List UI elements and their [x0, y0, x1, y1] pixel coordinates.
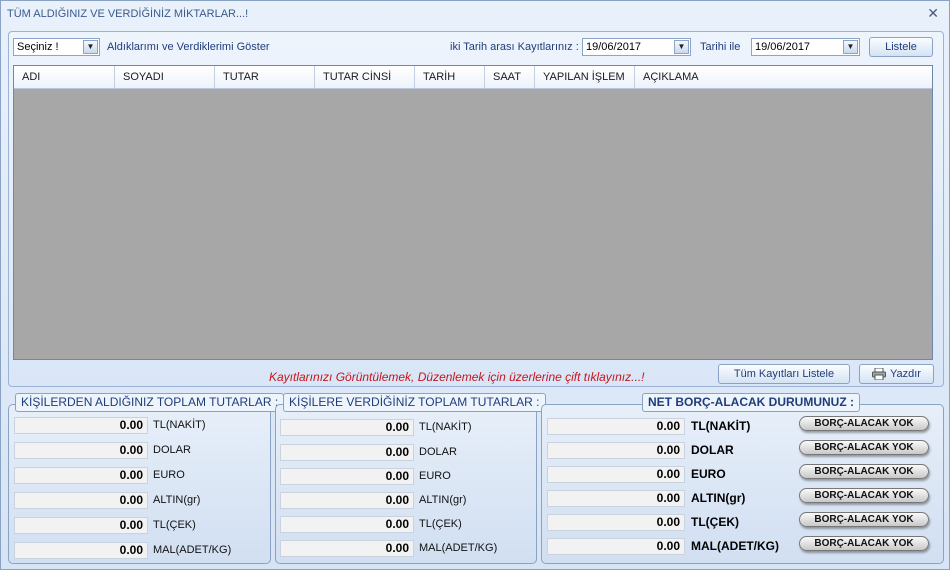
main-window: TÜM ALDIĞINIZ VE VERDİĞİNİZ MİKTARLAR...…: [0, 0, 950, 570]
records-grid[interactable]: ADI SOYADI TUTAR TUTAR CİNSİ TARİH SAAT …: [13, 65, 933, 360]
net-currency-label: ALTIN(gr): [691, 491, 746, 505]
net-amount-field: 0.00: [547, 538, 685, 555]
received-currency-label: ALTIN(gr): [153, 494, 201, 506]
record-type-value: Seçiniz !: [17, 41, 59, 53]
net-balance-title: NET BORÇ-ALACAK DURUMUNUZ :: [642, 393, 860, 412]
received-amount-field: 0.00: [14, 417, 148, 434]
column-header[interactable]: TARİH: [415, 66, 485, 88]
print-label: Yazdır: [890, 368, 921, 380]
given-amount-field: 0.00: [280, 468, 414, 485]
date-from-picker[interactable]: 19/06/2017 ▼: [582, 38, 691, 56]
received-currency-label: EURO: [153, 469, 185, 481]
net-amount-field: 0.00: [547, 442, 685, 459]
net-status-button[interactable]: BORÇ-ALACAK YOK: [799, 416, 929, 431]
column-header[interactable]: YAPILAN İŞLEM: [535, 66, 635, 88]
list-button[interactable]: Listele: [869, 37, 933, 57]
received-amount-field: 0.00: [14, 517, 148, 534]
net-amount-field: 0.00: [547, 514, 685, 531]
close-icon[interactable]: ✕: [927, 5, 939, 22]
net-currency-label: MAL(ADET/KG): [691, 539, 779, 553]
calendar-dropdown-icon[interactable]: ▼: [674, 40, 689, 54]
net-currency-label: DOLAR: [691, 443, 734, 457]
record-type-label: Aldıklarımı ve Verdiklerimi Göster: [107, 41, 270, 53]
received-currency-label: DOLAR: [153, 444, 191, 456]
window-title: TÜM ALDIĞINIZ VE VERDİĞİNİZ MİKTARLAR...…: [7, 8, 249, 20]
date-to-picker[interactable]: 19/06/2017 ▼: [751, 38, 860, 56]
title-bar: TÜM ALDIĞINIZ VE VERDİĞİNİZ MİKTARLAR...…: [1, 1, 949, 27]
net-status-button[interactable]: BORÇ-ALACAK YOK: [799, 512, 929, 527]
column-header[interactable]: ADI: [14, 66, 115, 88]
given-totals-title: KİŞİLERE VERDİĞİNİZ TOPLAM TUTARLAR :: [283, 393, 546, 412]
column-header[interactable]: TUTAR CİNSİ: [315, 66, 415, 88]
chevron-down-icon[interactable]: ▼: [83, 40, 98, 54]
received-amount-field: 0.00: [14, 492, 148, 509]
received-currency-label: MAL(ADET/KG): [153, 544, 232, 556]
given-currency-label: DOLAR: [419, 446, 457, 458]
column-header[interactable]: AÇIKLAMA: [635, 66, 932, 88]
net-amount-field: 0.00: [547, 490, 685, 507]
column-header[interactable]: SOYADI: [115, 66, 215, 88]
received-amount-field: 0.00: [14, 442, 148, 459]
given-amount-field: 0.00: [280, 492, 414, 509]
calendar-dropdown-icon[interactable]: ▼: [843, 40, 858, 54]
net-currency-label: EURO: [691, 467, 726, 481]
list-all-button[interactable]: Tüm Kayıtları Listele: [718, 364, 850, 384]
print-button[interactable]: Yazdır: [859, 364, 934, 384]
column-header[interactable]: TUTAR: [215, 66, 315, 88]
column-header[interactable]: SAAT: [485, 66, 535, 88]
received-totals-title: KİŞİLERDEN ALDIĞINIZ TOPLAM TUTARLAR :: [15, 393, 285, 412]
date-between-label: Tarihi ile: [700, 41, 741, 53]
received-amount-field: 0.00: [14, 467, 148, 484]
printer-icon: [872, 368, 886, 381]
given-amount-field: 0.00: [280, 516, 414, 533]
given-currency-label: MAL(ADET/KG): [419, 542, 498, 554]
given-currency-label: TL(NAKİT): [419, 421, 472, 433]
net-status-button[interactable]: BORÇ-ALACAK YOK: [799, 440, 929, 455]
net-status-button[interactable]: BORÇ-ALACAK YOK: [799, 536, 929, 551]
grid-header: ADI SOYADI TUTAR TUTAR CİNSİ TARİH SAAT …: [14, 66, 932, 89]
received-amount-field: 0.00: [14, 542, 148, 559]
date-from-value: 19/06/2017: [586, 41, 642, 53]
given-currency-label: TL(ÇEK): [419, 518, 462, 530]
net-currency-label: TL(ÇEK): [691, 515, 739, 529]
net-amount-field: 0.00: [547, 418, 685, 435]
given-currency-label: EURO: [419, 470, 451, 482]
received-currency-label: TL(ÇEK): [153, 519, 196, 531]
net-status-button[interactable]: BORÇ-ALACAK YOK: [799, 488, 929, 503]
given-currency-label: ALTIN(gr): [419, 494, 467, 506]
record-type-select[interactable]: Seçiniz ! ▼: [13, 38, 100, 56]
given-amount-field: 0.00: [280, 444, 414, 461]
given-amount-field: 0.00: [280, 419, 414, 436]
date-range-label: iki Tarih arası Kayıtlarınız :: [450, 41, 579, 53]
net-amount-field: 0.00: [547, 466, 685, 483]
date-to-value: 19/06/2017: [755, 41, 811, 53]
net-status-button[interactable]: BORÇ-ALACAK YOK: [799, 464, 929, 479]
received-currency-label: TL(NAKİT): [153, 419, 206, 431]
grid-hint: Kayıtlarınızı Görüntülemek, Düzenlemek i…: [269, 370, 645, 384]
given-amount-field: 0.00: [280, 540, 414, 557]
net-currency-label: TL(NAKİT): [691, 419, 751, 433]
